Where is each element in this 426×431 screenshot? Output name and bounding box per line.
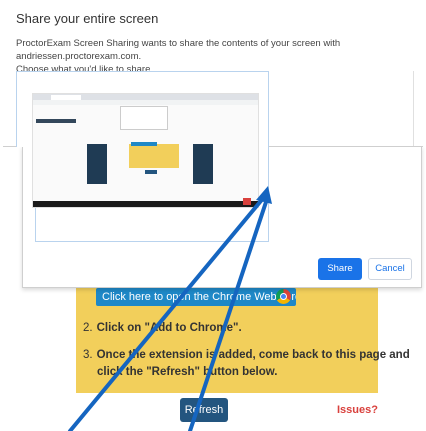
dialog-divider bbox=[413, 71, 414, 146]
step-3-line1: Once the extension is added, come back t… bbox=[96, 349, 410, 361]
step-3: 3. Once the extension is added, come back… bbox=[83, 347, 410, 363]
cancel-button[interactable]: Cancel bbox=[368, 258, 412, 280]
thumbnail-refresh-button bbox=[145, 170, 157, 174]
thumbnail-taskbar-icon bbox=[243, 198, 251, 205]
thumbnail-taskbar bbox=[33, 201, 258, 207]
thumbnail-webstore-button bbox=[131, 142, 157, 146]
refresh-button[interactable]: Refresh bbox=[180, 398, 228, 422]
step-3-number: 3. bbox=[83, 349, 93, 361]
dialog-title: Share your entire screen bbox=[16, 11, 159, 26]
thumbnail-panel-right bbox=[193, 144, 213, 184]
dialog-description-line1: ProctorExam Screen Sharing wants to shar… bbox=[16, 38, 341, 62]
step-2: 2. Click on "Add to Chrome". bbox=[83, 320, 242, 336]
thumbnail-address-bar bbox=[33, 100, 258, 105]
step-2-text: Click on "Add to Chrome". bbox=[96, 322, 242, 334]
screen-thumbnail[interactable] bbox=[32, 93, 259, 208]
thumbnail-popup bbox=[120, 106, 168, 130]
share-button[interactable]: Share bbox=[318, 258, 362, 280]
step-3-line2: click the "Refresh" button below. bbox=[97, 366, 278, 378]
thumbnail-panel-left bbox=[87, 144, 107, 184]
issues-link[interactable]: Issues? bbox=[337, 404, 378, 416]
thumbnail-heading-bar bbox=[36, 119, 76, 123]
thumbnail-yellow-panel bbox=[129, 144, 179, 168]
chrome-icon bbox=[276, 289, 291, 304]
open-webstore-button[interactable]: Click here to open the Chrome Webstore. bbox=[96, 288, 296, 306]
step-2-number: 2. bbox=[83, 322, 93, 334]
